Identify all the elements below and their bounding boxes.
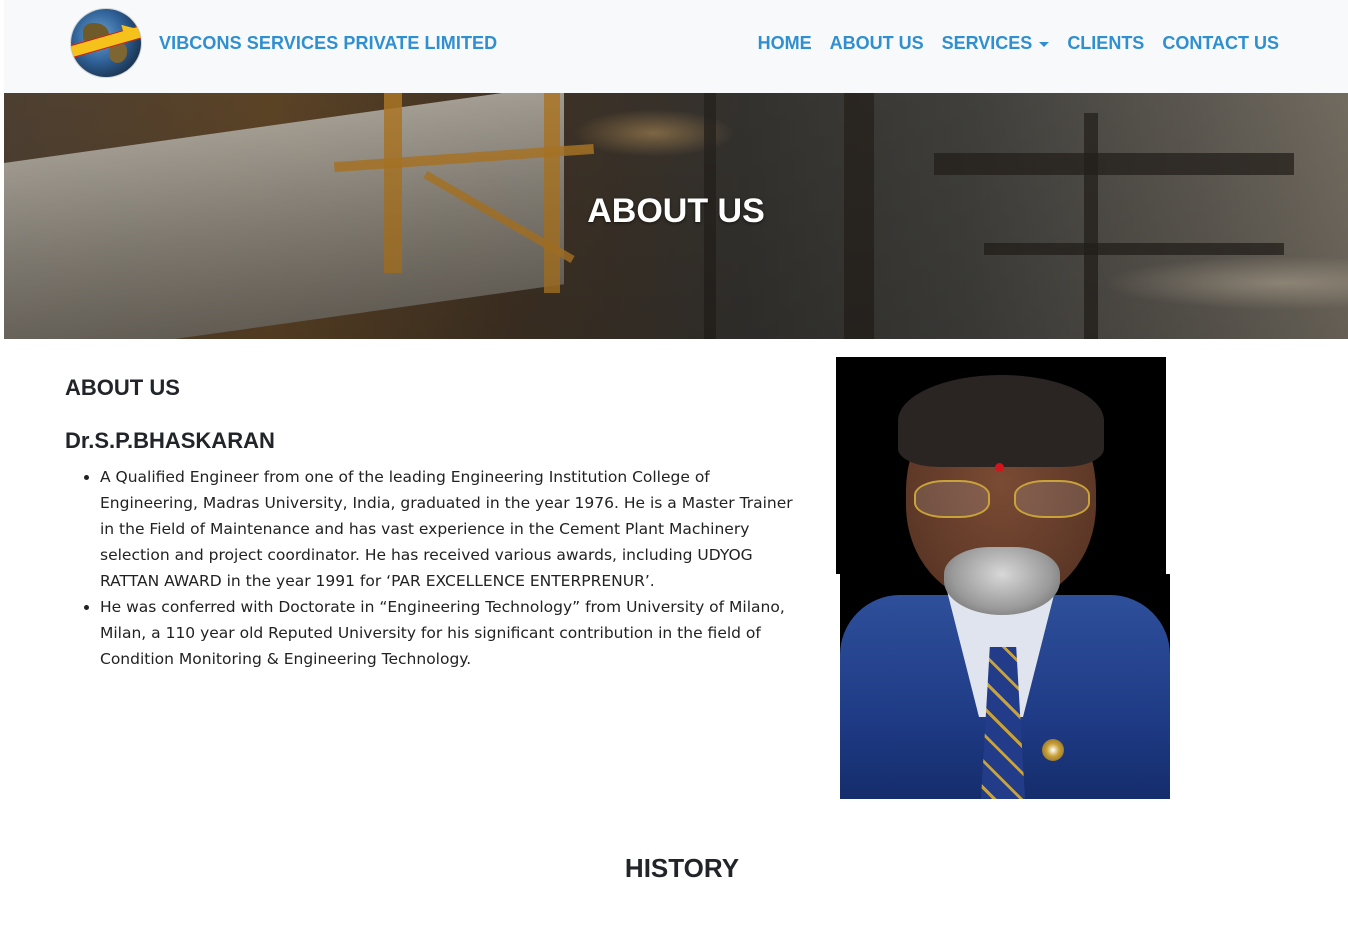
history-heading: HISTORY — [624, 853, 740, 883]
founder-name: Dr.S.P.BHASKARAN — [65, 428, 275, 453]
about-heading: ABOUT US — [65, 375, 180, 400]
nav-home[interactable]: HOME — [758, 33, 812, 54]
hero-title: ABOUT US — [587, 192, 765, 230]
main-nav: HOME ABOUT US SERVICES CLIENTS CONTACT U… — [740, 33, 1279, 54]
bio-item: He was conferred with Doctorate in “Engi… — [100, 594, 800, 672]
nav-about-us[interactable]: ABOUT US — [830, 33, 924, 54]
caret-down-icon — [1039, 42, 1050, 47]
globe-logo-icon[interactable] — [71, 9, 141, 77]
nav-services-dropdown[interactable]: SERVICES — [942, 33, 1050, 54]
nav-services-label: SERVICES — [941, 33, 1033, 53]
bio-list: A Qualified Engineer from one of the lea… — [80, 464, 800, 672]
navbar: VIBCONS SERVICES PRIVATE LIMITED HOME AB… — [4, 0, 1348, 93]
nav-contact-us-label: CONTACT US — [1162, 33, 1279, 53]
nav-contact-us[interactable]: CONTACT US — [1162, 33, 1279, 54]
bio-item: A Qualified Engineer from one of the lea… — [100, 464, 800, 594]
nav-about-us-label: ABOUT US — [829, 33, 924, 53]
nav-home-label: HOME — [757, 33, 812, 53]
nav-clients-label: CLIENTS — [1067, 33, 1145, 53]
hero-banner: ABOUT US — [4, 93, 1348, 339]
page: VIBCONS SERVICES PRIVATE LIMITED HOME AB… — [0, 0, 1348, 948]
founder-portrait-image — [836, 357, 1170, 799]
nav-clients[interactable]: CLIENTS — [1067, 33, 1144, 54]
brand-name[interactable]: VIBCONS SERVICES PRIVATE LIMITED — [159, 33, 497, 54]
